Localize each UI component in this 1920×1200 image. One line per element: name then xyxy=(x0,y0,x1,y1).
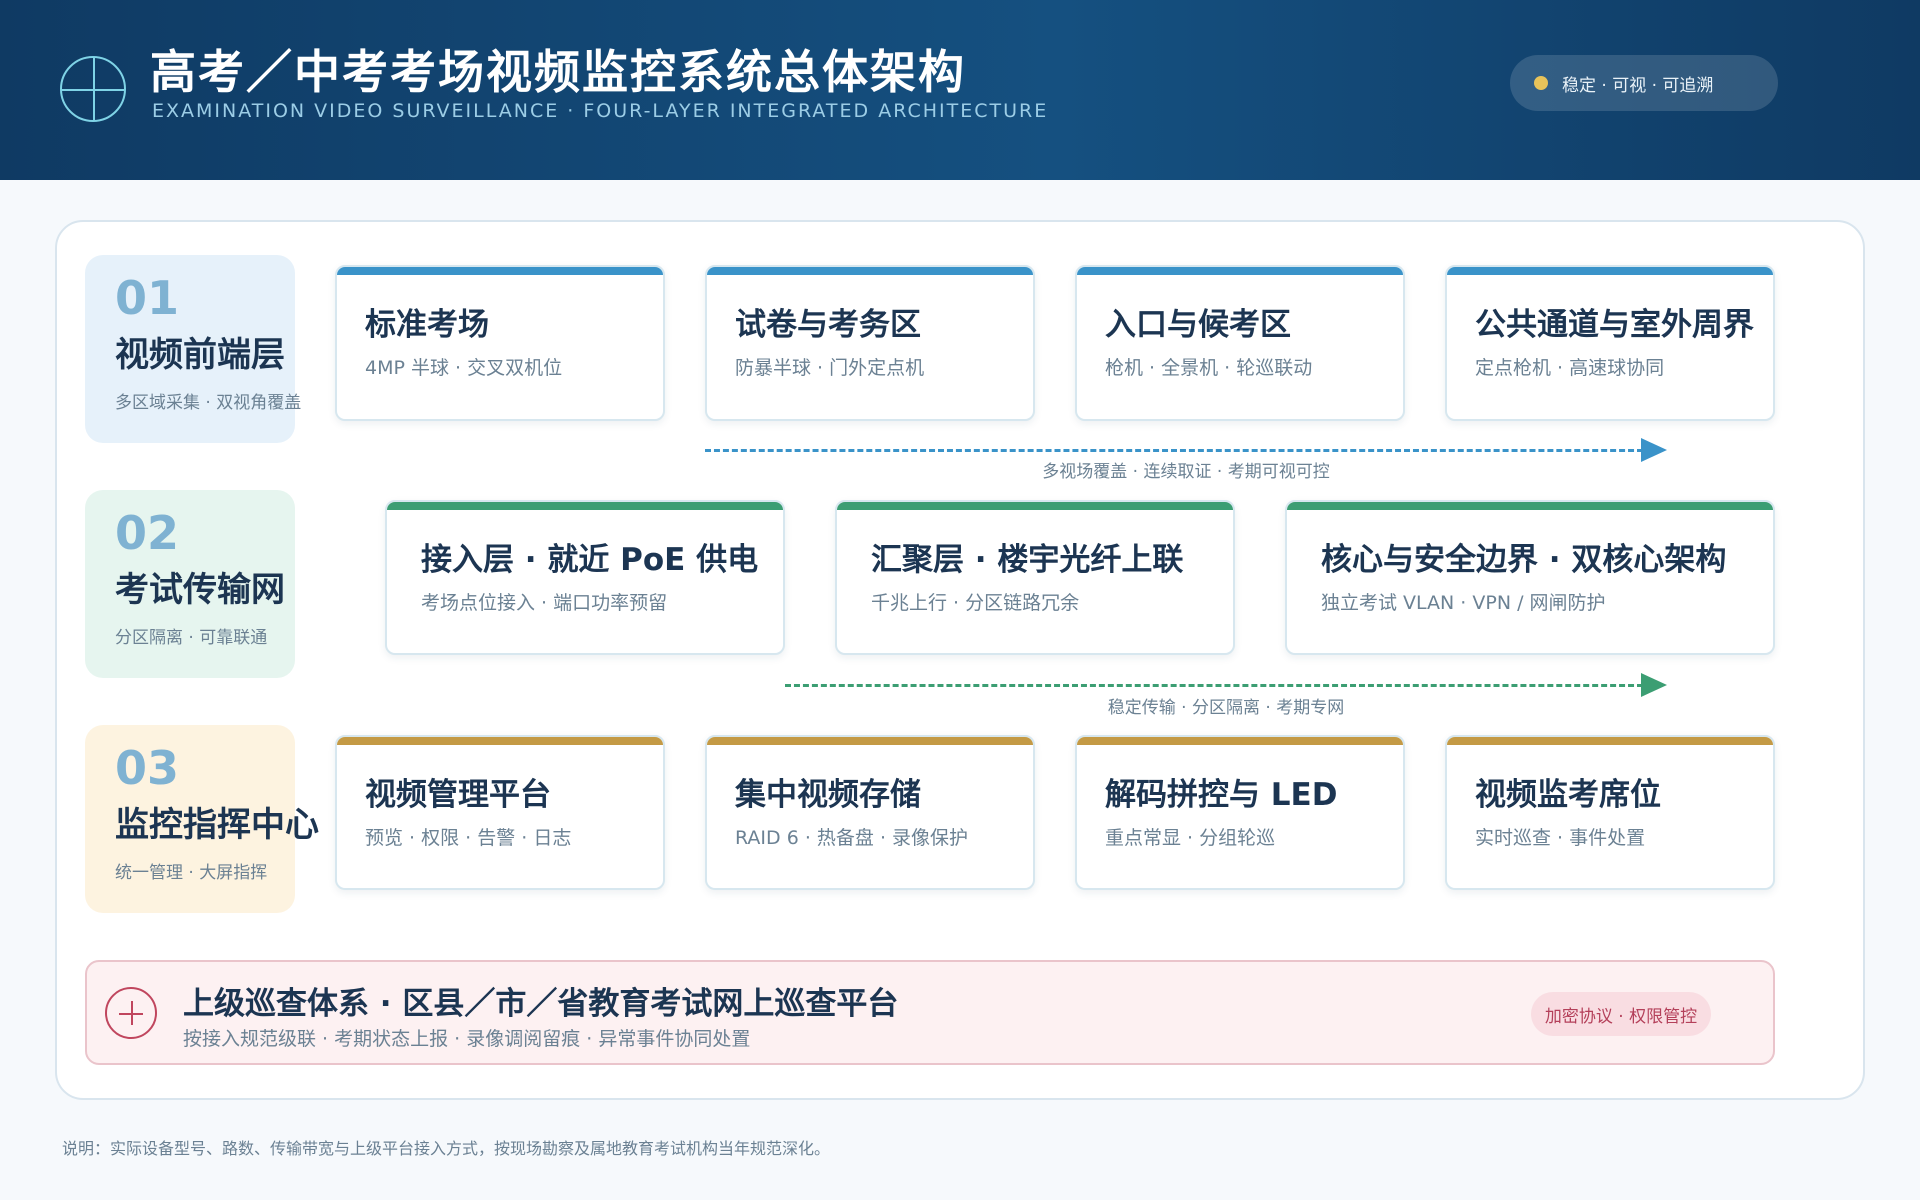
page-subtitle: EXAMINATION VIDEO SURVEILLANCE · FOUR-LA… xyxy=(152,100,1049,122)
card-title: 公共通道与室外周界 xyxy=(1475,307,1754,343)
card-accent-bar xyxy=(707,737,1033,745)
card-subtitle: 4MP 半球 · 交叉双机位 xyxy=(365,357,563,379)
card-video-management-platform: 视频管理平台 预览 · 权限 · 告警 · 日志 xyxy=(335,735,665,890)
card-title: 汇聚层 · 楼宇光纤上联 xyxy=(871,542,1184,578)
card-title: 核心与安全边界 · 双核心架构 xyxy=(1321,542,1727,578)
card-accent-bar xyxy=(387,502,783,510)
card-accent-bar xyxy=(1077,267,1403,275)
layer-desc: 统一管理 · 大屏指挥 xyxy=(115,863,268,883)
upper-title: 上级巡查体系 · 区县／市／省教育考试网上巡查平台 xyxy=(183,986,899,1022)
page-title: 高考／中考考场视频监控系统总体架构 xyxy=(150,45,966,99)
layer-label-03: 03 监控指挥中心 统一管理 · 大屏指挥 xyxy=(85,725,319,913)
card-subtitle: 定点枪机 · 高速球协同 xyxy=(1475,357,1665,379)
card-public-passage-perimeter: 公共通道与室外周界 定点枪机 · 高速球协同 xyxy=(1445,265,1775,421)
card-paper-affairs-area: 试卷与考务区 防暴半球 · 门外定点机 xyxy=(705,265,1035,421)
layer-number: 02 xyxy=(115,506,180,560)
layer-number: 01 xyxy=(115,271,180,325)
card-subtitle: 枪机 · 全景机 · 轮巡联动 xyxy=(1105,357,1313,379)
card-access-layer: 接入层 · 就近 PoE 供电 考场点位接入 · 端口功率预留 xyxy=(385,500,785,655)
card-accent-bar xyxy=(1287,502,1773,510)
card-accent-bar xyxy=(837,502,1233,510)
card-title: 接入层 · 就近 PoE 供电 xyxy=(421,542,759,578)
card-title: 集中视频存储 xyxy=(735,777,921,813)
card-title: 标准考场 xyxy=(365,307,489,343)
crosshair-logo-icon xyxy=(60,56,126,122)
card-title: 入口与候考区 xyxy=(1105,307,1291,343)
plus-circle-icon xyxy=(105,987,157,1039)
layer-number: 03 xyxy=(115,741,180,795)
card-subtitle: 独立考试 VLAN · VPN / 网闸防护 xyxy=(1321,592,1606,614)
card-subtitle: 千兆上行 · 分区链路冗余 xyxy=(871,592,1080,614)
card-subtitle: 考场点位接入 · 端口功率预留 xyxy=(421,592,668,614)
card-decoding-led: 解码拼控与 LED 重点常显 · 分组轮巡 xyxy=(1075,735,1405,890)
card-centralized-storage: 集中视频存储 RAID 6 · 热备盘 · 录像保护 xyxy=(705,735,1035,890)
card-accent-bar xyxy=(1077,737,1403,745)
card-subtitle: 预览 · 权限 · 告警 · 日志 xyxy=(365,827,572,849)
card-aggregation-layer: 汇聚层 · 楼宇光纤上联 千兆上行 · 分区链路冗余 xyxy=(835,500,1235,655)
layer-name: 监控指挥中心 xyxy=(115,805,319,845)
card-standard-exam-room: 标准考场 4MP 半球 · 交叉双机位 xyxy=(335,265,665,421)
flow-label-layer1: 多视场覆盖 · 连续取证 · 考期可视可控 xyxy=(1042,462,1330,482)
layer-name: 视频前端层 xyxy=(115,335,285,375)
upper-inspection-panel: 上级巡查体系 · 区县／市／省教育考试网上巡查平台 按接入规范级联 · 考期状态… xyxy=(85,960,1775,1065)
flow-label-layer2: 稳定传输 · 分区隔离 · 考期专网 xyxy=(1107,698,1345,718)
card-subtitle: 防暴半球 · 门外定点机 xyxy=(735,357,925,379)
layer-desc: 分区隔离 · 可靠联通 xyxy=(115,628,268,648)
status-dot-icon xyxy=(1534,76,1548,90)
card-title: 视频管理平台 xyxy=(365,777,551,813)
card-proctoring-seat: 视频监考席位 实时巡查 · 事件处置 xyxy=(1445,735,1775,890)
upper-subtitle: 按接入规范级联 · 考期状态上报 · 录像调阅留痕 · 异常事件协同处置 xyxy=(183,1028,751,1050)
card-title: 视频监考席位 xyxy=(1475,777,1661,813)
card-subtitle: 实时巡查 · 事件处置 xyxy=(1475,827,1646,849)
card-accent-bar xyxy=(337,737,663,745)
layer-desc: 多区域采集 · 双视角覆盖 xyxy=(115,393,302,413)
card-entrance-waiting-area: 入口与候考区 枪机 · 全景机 · 轮巡联动 xyxy=(1075,265,1405,421)
layer-name: 考试传输网 xyxy=(115,570,285,610)
layer-label-01: 01 视频前端层 多区域采集 · 双视角覆盖 xyxy=(85,255,302,443)
status-pill-text: 稳定 · 可视 · 可追溯 xyxy=(1562,75,1714,96)
card-title: 解码拼控与 LED xyxy=(1105,777,1338,813)
card-subtitle: RAID 6 · 热备盘 · 录像保护 xyxy=(735,827,969,849)
footnote: 说明：实际设备型号、路数、传输带宽与上级平台接入方式，按现场勘察及属地教育考试机… xyxy=(62,1139,831,1158)
card-accent-bar xyxy=(707,267,1033,275)
card-accent-bar xyxy=(1447,267,1773,275)
card-subtitle: 重点常显 · 分组轮巡 xyxy=(1105,827,1276,849)
card-accent-bar xyxy=(337,267,663,275)
security-badge: 加密协议 · 权限管控 xyxy=(1531,992,1711,1036)
card-title: 试卷与考务区 xyxy=(735,307,921,343)
card-accent-bar xyxy=(1447,737,1773,745)
flow-dashed-line xyxy=(785,684,1643,687)
card-core-security-boundary: 核心与安全边界 · 双核心架构 独立考试 VLAN · VPN / 网闸防护 xyxy=(1285,500,1775,655)
header-banner: 高考／中考考场视频监控系统总体架构 EXAMINATION VIDEO SURV… xyxy=(0,0,1920,180)
flow-dashed-line xyxy=(705,449,1643,452)
layer-label-02: 02 考试传输网 分区隔离 · 可靠联通 xyxy=(85,490,295,678)
status-pill: 稳定 · 可视 · 可追溯 xyxy=(1510,55,1778,111)
